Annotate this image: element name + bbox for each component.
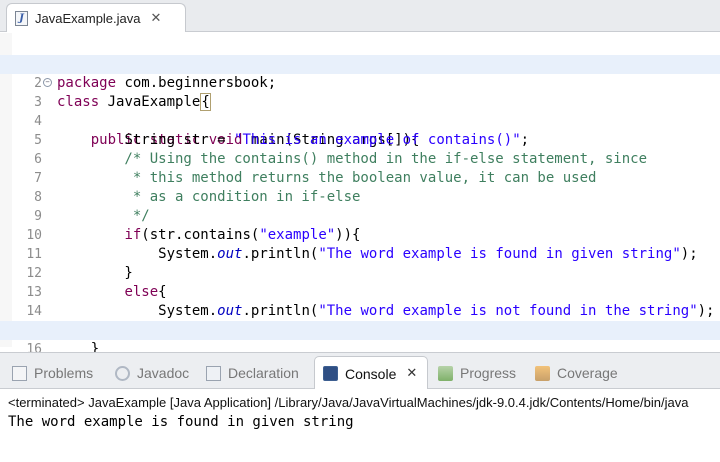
tab-label: Javadoc — [137, 365, 190, 381]
code-line-15[interactable]: 15 } — [0, 302, 720, 357]
tab-declaration[interactable]: Declaration — [206, 358, 299, 388]
code-line-11[interactable]: 11 } — [0, 226, 720, 281]
code-editor[interactable]: 1 package com.beginnersbook; 2 class Jav… — [0, 33, 720, 376]
tab-label: Progress — [460, 365, 517, 381]
code-line-12[interactable]: 12 else{ — [0, 245, 720, 300]
javadoc-at-icon — [115, 365, 130, 381]
code-line-8[interactable]: 8 */ — [0, 169, 720, 224]
code-line-14[interactable]: 14 } — [0, 283, 720, 338]
tab-coverage[interactable]: Coverage — [535, 358, 618, 388]
tab-label: Problems — [34, 365, 94, 381]
coverage-icon — [535, 365, 550, 381]
fold-collapse-icon[interactable]: − — [43, 78, 52, 87]
console-view[interactable]: <terminated> JavaExample [Java Applicati… — [0, 389, 720, 462]
java-file-icon: J — [15, 10, 28, 26]
code-line-1[interactable]: 1 package com.beginnersbook; — [0, 36, 720, 91]
tab-label: Coverage — [557, 365, 618, 381]
console-output: The word example is found in given strin… — [8, 414, 354, 430]
editor-tab-javaexample[interactable]: J JavaExample.java ✕ — [6, 3, 186, 32]
console-status-line: <terminated> JavaExample [Java Applicati… — [8, 395, 689, 410]
code-line-4[interactable]: 4 String str = "This is an example of co… — [0, 93, 720, 148]
code-line-10[interactable]: 10 System.out.println("The word example … — [0, 207, 720, 262]
close-icon[interactable]: ✕ — [406, 366, 417, 381]
close-icon[interactable]: ✕ — [151, 11, 162, 26]
progress-icon — [438, 365, 453, 381]
editor-tab-label: JavaExample.java — [35, 10, 141, 26]
tab-progress[interactable]: Progress — [438, 358, 516, 388]
declaration-icon — [206, 365, 221, 381]
tab-problems[interactable]: Problems — [12, 358, 93, 388]
editor-tab-bar: J JavaExample.java ✕ — [0, 0, 720, 32]
code-line-3[interactable]: 3 − public static void main(String args[… — [0, 74, 720, 148]
view-tab-bar: Problems Javadoc Declaration Console ✕ P… — [0, 352, 720, 390]
problems-icon — [12, 365, 27, 381]
code-line-2[interactable]: 2 class JavaExample{ — [0, 55, 720, 111]
tab-label: Declaration — [228, 365, 299, 381]
code-line-16[interactable]: 16 } — [0, 321, 720, 376]
code-line-7[interactable]: 7 * as a condition in if-else — [0, 150, 720, 205]
code-line-5[interactable]: 5 /* Using the contains() method in the … — [0, 112, 720, 167]
tab-javadoc[interactable]: Javadoc — [115, 358, 189, 388]
code-line-13[interactable]: 13 System.out.println("The word example … — [0, 264, 720, 319]
console-icon — [323, 366, 338, 381]
code-line-6[interactable]: 6 * this method returns the boolean valu… — [0, 131, 720, 186]
tab-label: Console — [345, 365, 397, 382]
code-line-9[interactable]: 9 if(str.contains("example")){ — [0, 188, 720, 243]
tab-console[interactable]: Console ✕ — [314, 356, 429, 390]
